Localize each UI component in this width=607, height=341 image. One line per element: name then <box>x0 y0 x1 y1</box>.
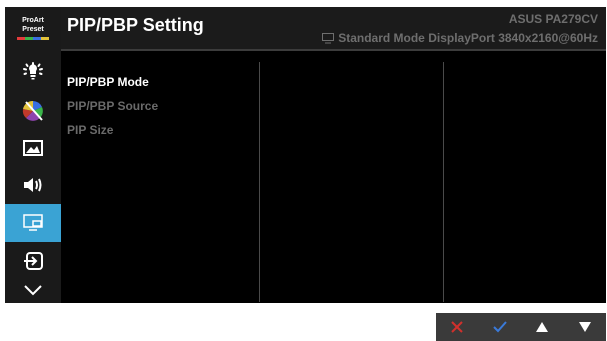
column-divider <box>443 62 444 302</box>
monitor-icon <box>322 32 335 43</box>
confirm-key[interactable] <box>485 316 515 338</box>
close-icon <box>451 321 463 333</box>
down-arrow-icon <box>578 322 591 332</box>
brightness-icon <box>23 62 43 80</box>
sidebar-item-color[interactable] <box>5 93 61 129</box>
key-guide <box>436 313 606 341</box>
preset-color-bar <box>17 37 49 40</box>
down-key[interactable] <box>570 316 600 338</box>
column-divider <box>259 62 260 302</box>
exit-key[interactable] <box>442 316 472 338</box>
input-select-icon <box>24 252 43 270</box>
menu-item-pip-size[interactable]: PIP Size <box>67 123 113 137</box>
check-icon <box>493 321 507 333</box>
preset-label-line2: Preset <box>22 26 44 33</box>
sidebar-item-input-select[interactable] <box>5 243 61 279</box>
status-text: Standard Mode DisplayPort 3840x2160@60Hz <box>338 31 598 45</box>
status-line: Standard Mode DisplayPort 3840x2160@60Hz <box>322 31 598 45</box>
menu-panel: PIP/PBP Mode PIP/PBP Source PIP Size <box>61 51 606 303</box>
header: PIP/PBP Setting ASUS PA279CV Standard Mo… <box>61 7 606 49</box>
menu-item-pip-pbp-source[interactable]: PIP/PBP Source <box>67 99 158 113</box>
image-icon <box>23 140 43 156</box>
sidebar-item-image[interactable] <box>5 130 61 166</box>
sidebar: ProArt Preset <box>5 7 61 303</box>
sidebar-item-sound[interactable] <box>5 167 61 203</box>
up-key[interactable] <box>527 316 557 338</box>
sound-icon <box>24 178 42 192</box>
chevron-down-icon <box>24 285 42 296</box>
sidebar-item-pip-pbp[interactable] <box>5 204 61 242</box>
pip-pbp-icon <box>23 214 43 231</box>
page-title: PIP/PBP Setting <box>67 15 204 35</box>
color-icon <box>22 100 43 121</box>
osd-window: ProArt Preset PIP/PBP Setting ASUS PA279… <box>5 7 606 303</box>
sidebar-item-brightness[interactable] <box>5 56 61 92</box>
sidebar-scroll-down[interactable] <box>5 277 61 303</box>
proart-preset-button[interactable]: ProArt Preset <box>5 7 61 49</box>
preset-label-line1: ProArt <box>22 17 44 24</box>
menu-item-pip-pbp-mode[interactable]: PIP/PBP Mode <box>67 75 149 89</box>
up-arrow-icon <box>536 322 549 332</box>
model-name: ASUS PA279CV <box>508 12 598 26</box>
